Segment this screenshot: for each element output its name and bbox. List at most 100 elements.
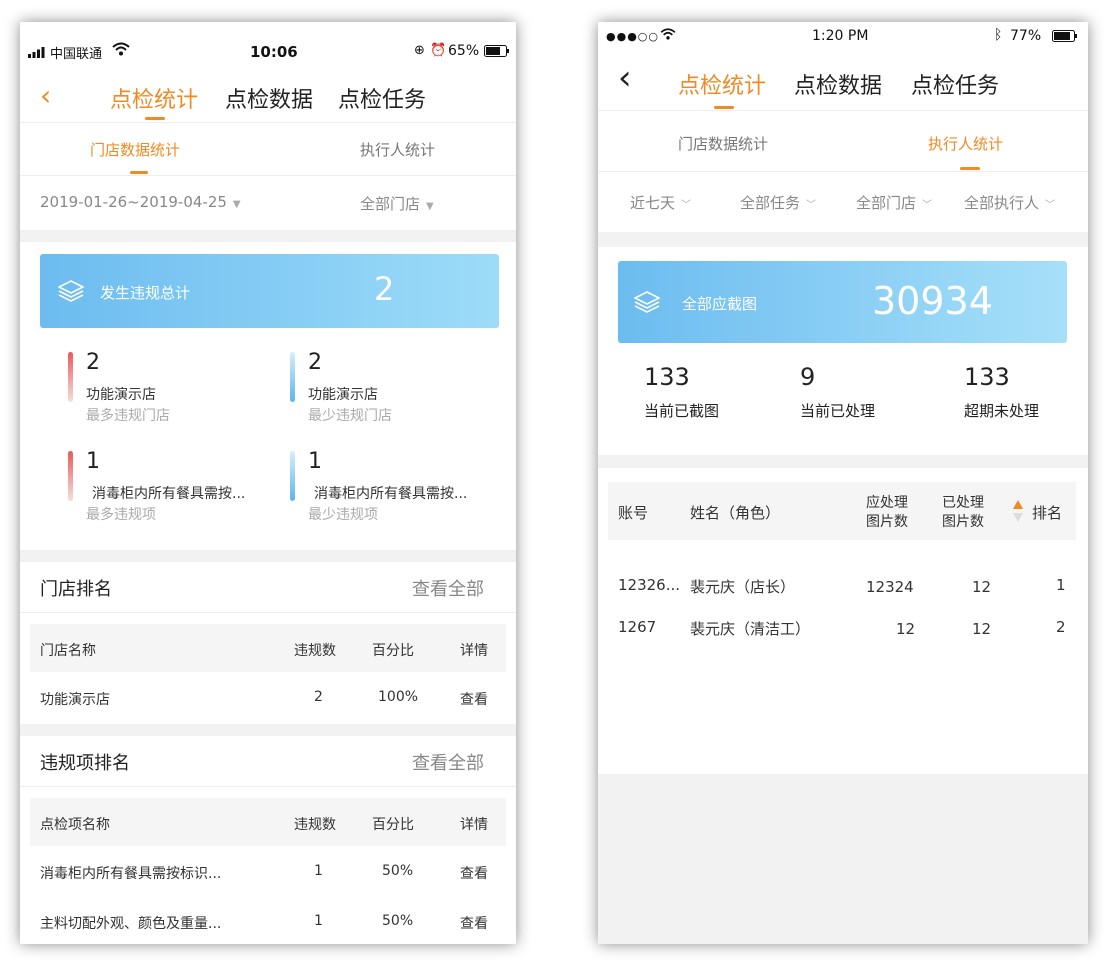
col-item-name: 点检项名称 bbox=[40, 817, 110, 833]
period-filter[interactable]: 近七天 ﹀ bbox=[630, 192, 691, 213]
date-range-value: 2019-01-26~2019-04-25 bbox=[40, 193, 227, 211]
wifi-icon bbox=[112, 42, 130, 60]
back-arrow-icon[interactable]: ‹ bbox=[40, 82, 51, 110]
status-bar: ●●●○○ 1:20 PM ᛒ 77% bbox=[598, 22, 1088, 62]
table-row: 消毒柜内所有餐具需按标识... 1 50% 查看 bbox=[30, 846, 506, 896]
sub-tab-bar: 门店数据统计 执行人统计 bbox=[598, 110, 1088, 172]
battery-percent: 77% bbox=[1010, 28, 1042, 44]
table-row: 功能演示店 2 100% 查看 bbox=[30, 672, 506, 722]
table-row: 主料切配外观、颜色及重量... 1 50% 查看 bbox=[30, 896, 506, 944]
col-violations: 违规数 bbox=[294, 817, 336, 833]
back-arrow-icon[interactable]: ‹ bbox=[618, 61, 632, 95]
account: 1267 bbox=[618, 618, 657, 636]
section-divider bbox=[20, 230, 516, 242]
sort-icon[interactable] bbox=[1012, 498, 1024, 528]
store-filter[interactable]: 全部门店 ▼ bbox=[360, 193, 434, 214]
indicator-bar-red bbox=[68, 352, 73, 402]
table-row[interactable]: 1267 裴元庆（清洁工） 12 12 2 bbox=[608, 610, 1076, 650]
name-role: 裴元庆（店长） bbox=[690, 578, 796, 596]
violation-count: 2 bbox=[314, 689, 323, 705]
table-header: 账号 姓名（角色） 应处理 图片数 已处理 图片数 排名 bbox=[608, 482, 1076, 540]
chevron-down-icon: ﹀ bbox=[1045, 200, 1056, 211]
banner-value: 30934 bbox=[872, 279, 993, 323]
to-process-count: 12 bbox=[896, 620, 916, 638]
subtab-store-stats[interactable]: 门店数据统计 bbox=[90, 139, 180, 160]
battery-icon bbox=[1052, 30, 1078, 46]
battery-percent: 65% bbox=[448, 43, 480, 59]
percent: 50% bbox=[382, 863, 414, 879]
section-divider bbox=[20, 550, 516, 562]
stat-name: 功能演示店 bbox=[308, 387, 378, 403]
view-all-link[interactable]: 查看全部 bbox=[412, 575, 484, 601]
tab-inspection-tasks[interactable]: 点检任务 bbox=[911, 68, 999, 100]
layers-icon bbox=[57, 280, 85, 306]
executor-filter[interactable]: 全部执行人 ﹀ bbox=[964, 192, 1055, 213]
banner-label: 发生违规总计 bbox=[100, 284, 191, 302]
name-role: 裴元庆（清洁工） bbox=[690, 620, 811, 638]
view-detail-link[interactable]: 查看 bbox=[460, 689, 488, 709]
subtab-executor-stats[interactable]: 执行人统计 bbox=[360, 139, 435, 160]
bluetooth-icon: ᛒ bbox=[994, 27, 1003, 43]
sub-tab-bar: 门店数据统计 执行人统计 bbox=[20, 122, 516, 176]
active-subtab-indicator bbox=[130, 171, 148, 174]
alarm-icon: ⏰ bbox=[430, 43, 447, 58]
carrier-name: 中国联通 bbox=[50, 47, 103, 62]
stat-label: 当前已截图 bbox=[644, 402, 720, 420]
chevron-down-icon: ﹀ bbox=[806, 200, 817, 211]
chevron-down-icon: ﹀ bbox=[681, 200, 692, 211]
rank: 1 bbox=[1056, 576, 1066, 594]
view-detail-link[interactable]: 查看 bbox=[460, 913, 488, 933]
signal-dots-icon: ●●●○○ bbox=[606, 30, 659, 43]
indicator-bar-red bbox=[68, 451, 73, 501]
col-percent: 百分比 bbox=[372, 643, 414, 659]
date-range-filter[interactable]: 2019-01-26~2019-04-25 ▼ bbox=[40, 193, 241, 211]
indicator-bar-blue bbox=[290, 352, 295, 402]
active-tab-indicator bbox=[145, 117, 165, 120]
store-filter[interactable]: 全部门店 ﹀ bbox=[856, 192, 932, 213]
table-header: 门店名称 违规数 百分比 详情 bbox=[30, 624, 506, 672]
view-all-link[interactable]: 查看全部 bbox=[412, 749, 484, 775]
top-nav: ‹ 点检统计 点检数据 点检任务 bbox=[598, 61, 1088, 110]
col-detail: 详情 bbox=[460, 643, 488, 659]
status-time: 10:06 bbox=[250, 43, 298, 61]
stat-caption: 最多违规项 bbox=[86, 507, 156, 523]
top-nav: ‹ 点检统计 点检数据 点检任务 bbox=[20, 78, 516, 122]
violation-count: 1 bbox=[314, 913, 323, 929]
subtab-executor-stats[interactable]: 执行人统计 bbox=[928, 133, 1003, 154]
stat-value: 1 bbox=[308, 449, 322, 474]
tab-inspection-stats[interactable]: 点检统计 bbox=[678, 68, 766, 100]
col-rank[interactable]: 排名 bbox=[1032, 502, 1062, 523]
tab-inspection-data[interactable]: 点检数据 bbox=[794, 68, 882, 100]
store-rank-header: 门店排名 查看全部 bbox=[20, 562, 516, 613]
active-subtab-indicator bbox=[960, 167, 980, 170]
stat-label: 当前已处理 bbox=[800, 402, 876, 420]
item-name: 消毒柜内所有餐具需按标识... bbox=[40, 866, 222, 882]
tab-inspection-stats[interactable]: 点检统计 bbox=[110, 82, 198, 114]
stat-value: 1 bbox=[86, 449, 100, 474]
violation-count: 1 bbox=[314, 863, 323, 879]
left-phone-screen: 中国联通 10:06 ⊕ ⏰ 65% ‹ 点检统计 点检数据 点检任务 门店数据… bbox=[20, 22, 516, 944]
table-row[interactable]: 12326... 裴元庆（店长） 12324 12 1 bbox=[608, 568, 1076, 608]
view-detail-link[interactable]: 查看 bbox=[460, 863, 488, 883]
col-processed-line2: 图片数 bbox=[942, 514, 984, 530]
caret-down-icon: ▼ bbox=[426, 201, 434, 212]
table-header: 点检项名称 违规数 百分比 详情 bbox=[30, 798, 506, 846]
tab-inspection-data[interactable]: 点检数据 bbox=[225, 82, 313, 114]
to-process-count: 12324 bbox=[866, 578, 914, 596]
lock-rotation-icon: ⊕ bbox=[414, 43, 425, 58]
stat-name: 功能演示店 bbox=[86, 387, 156, 403]
account: 12326... bbox=[618, 576, 681, 594]
processed-count: 12 bbox=[972, 578, 992, 596]
signal-icon bbox=[28, 46, 46, 62]
layers-icon bbox=[633, 291, 661, 317]
section-title: 门店排名 bbox=[40, 579, 112, 600]
stat-label: 超期未处理 bbox=[964, 402, 1040, 420]
col-store-name: 门店名称 bbox=[40, 643, 96, 659]
banner-label: 全部应截图 bbox=[682, 295, 758, 313]
wifi-icon bbox=[660, 28, 676, 44]
chevron-down-icon: ﹀ bbox=[922, 200, 933, 211]
tab-inspection-tasks[interactable]: 点检任务 bbox=[338, 82, 426, 114]
store-filter-value: 全部门店 bbox=[360, 195, 421, 213]
task-filter[interactable]: 全部任务 ﹀ bbox=[740, 192, 816, 213]
subtab-store-stats[interactable]: 门店数据统计 bbox=[678, 133, 768, 154]
